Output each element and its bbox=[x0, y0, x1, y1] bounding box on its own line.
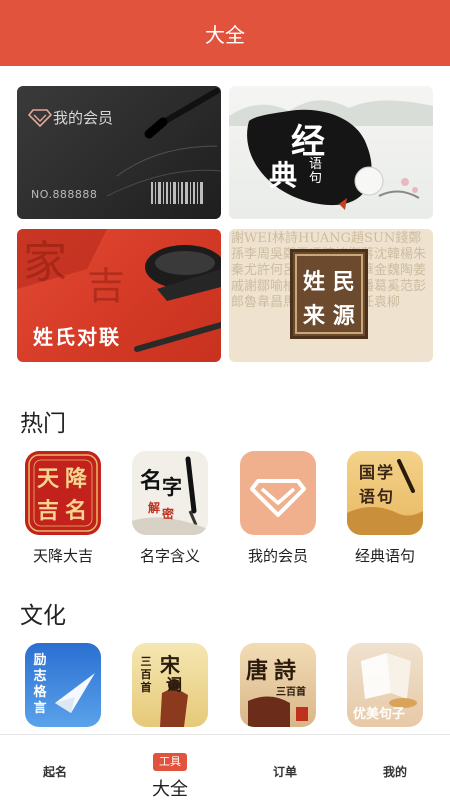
tab-collection[interactable]: 工具 大全 bbox=[115, 735, 225, 800]
sentences-icon: 优美句子 bbox=[347, 643, 423, 727]
tab-orders[interactable]: 订单 bbox=[230, 735, 340, 800]
section-title-culture: 文化 bbox=[20, 603, 66, 629]
app-tianjiang[interactable]: 天 降 吉 名 天降大吉 bbox=[13, 451, 113, 581]
tab-naming[interactable]: 起名 bbox=[0, 735, 110, 800]
surname-couplet-card[interactable]: 家 吉 姓氏对联 bbox=[17, 229, 221, 362]
svg-text:家: 家 bbox=[23, 237, 67, 288]
tab-label: 起名 bbox=[42, 765, 67, 779]
member-card[interactable]: 我的会员 NO.888888 bbox=[17, 86, 221, 219]
page-title: 大全 bbox=[205, 22, 245, 47]
app-name-meaning[interactable]: 名 字 解 密 名字含义 bbox=[120, 451, 220, 581]
tab-label: 大全 bbox=[152, 779, 188, 800]
app-label: 名字含义 bbox=[139, 547, 200, 565]
name-meaning-icon: 名 字 解 密 bbox=[132, 451, 208, 535]
svg-text:吉: 吉 bbox=[87, 264, 125, 308]
app-classic-quotes[interactable]: 国 学 语 句 经典语句 bbox=[335, 451, 435, 581]
inspiration-icon: 励志 格言 bbox=[25, 643, 101, 727]
member-card-title: 我的会员 bbox=[53, 109, 114, 127]
hot-app-grid: 天 降 吉 名 天降大吉 名 字 解 密 名字含义 我的会员 国 学 语 句 经… bbox=[0, 451, 450, 581]
classic-quotes-calligraphy: 经 典 语句 bbox=[269, 122, 325, 192]
tang-poems-icon: 唐 詩 三百首 bbox=[240, 643, 316, 727]
tab-label: 订单 bbox=[272, 765, 297, 779]
bottom-tab-bar: 起名 工具 大全 订单 我的 bbox=[0, 734, 450, 800]
member-card-number: NO.888888 bbox=[31, 188, 98, 201]
app-label: 我的会员 bbox=[247, 547, 308, 565]
tab-label: 我的 bbox=[382, 765, 407, 779]
app-membership[interactable]: 我的会员 bbox=[228, 451, 328, 581]
page-header: 大全 bbox=[0, 0, 450, 66]
surname-origin-card[interactable]: 謝WEI林詩HUANG趙SUN錢鄭孫李周吳鄭王馮陳褚衛蔣沈韓楊朱秦尤許何呂施張孔… bbox=[229, 229, 433, 362]
tianjiang-icon: 天 降 吉 名 bbox=[25, 451, 101, 535]
section-title-hot: 热门 bbox=[20, 411, 66, 437]
app-label: 天降大吉 bbox=[32, 547, 93, 565]
classic-quotes-icon: 国 学 语 句 bbox=[347, 451, 423, 535]
diamond-icon bbox=[27, 109, 53, 128]
tab-mine[interactable]: 我的 bbox=[340, 735, 450, 800]
song-ci-icon: 宋 词 三百首 bbox=[132, 643, 208, 727]
tools-badge: 工具 bbox=[153, 753, 187, 771]
membership-icon bbox=[240, 451, 316, 535]
classic-quotes-card[interactable]: 经 典 语句 bbox=[229, 86, 433, 219]
couplet-card-title: 姓氏对联 bbox=[33, 325, 121, 349]
banner-grid: 我的会员 NO.888888 经 典 语句 家 吉 姓氏对联 謝WEI林詩HUA… bbox=[17, 86, 433, 362]
surname-origin-seal: 姓 民 来 源 bbox=[290, 249, 368, 339]
app-label: 经典语句 bbox=[354, 547, 415, 565]
